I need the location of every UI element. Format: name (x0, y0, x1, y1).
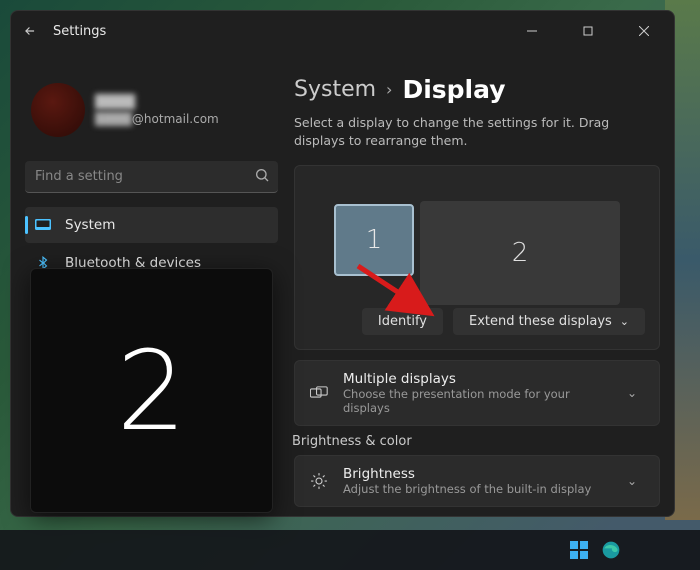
display-arrangement-panel: 1 2 Identify Extend these displays ⌄ (294, 165, 660, 350)
identify-overlay: 2 (30, 268, 273, 513)
extend-displays-dropdown[interactable]: Extend these displays ⌄ (453, 308, 645, 335)
sidebar-item-label: System (65, 217, 115, 233)
brightness-icon (309, 472, 329, 490)
search-icon (254, 167, 270, 187)
monitor-arrangement[interactable]: 1 2 (309, 180, 645, 300)
close-button[interactable] (622, 16, 666, 46)
search-box[interactable] (25, 161, 278, 193)
avatar (31, 83, 85, 137)
page-title: Display (402, 75, 505, 104)
app-title: Settings (53, 24, 106, 39)
card-subtitle: Adjust the brightness of the built-in di… (343, 482, 613, 496)
profile-block[interactable]: ████ ████@hotmail.com (25, 55, 278, 157)
start-button[interactable] (566, 537, 592, 563)
chevron-down-icon[interactable]: ⌄ (627, 474, 645, 488)
profile-name: ████ (95, 95, 219, 110)
chevron-down-icon[interactable]: ⌄ (627, 386, 645, 400)
card-subtitle: Choose the presentation mode for your di… (343, 387, 613, 415)
identify-button[interactable]: Identify (362, 308, 443, 335)
minimize-button[interactable] (510, 16, 554, 46)
edge-icon[interactable] (598, 537, 624, 563)
system-icon (35, 217, 51, 233)
window-titlebar: Settings (11, 11, 674, 51)
breadcrumb: System › Display (294, 75, 660, 104)
multiple-displays-icon (309, 386, 329, 400)
back-button[interactable] (19, 20, 41, 42)
sidebar-item-system[interactable]: System (25, 207, 278, 243)
brightness-card[interactable]: Brightness Adjust the brightness of the … (294, 455, 660, 507)
search-input[interactable] (25, 161, 278, 193)
multiple-displays-card[interactable]: Multiple displays Choose the presentatio… (294, 360, 660, 426)
maximize-button[interactable] (566, 16, 610, 46)
breadcrumb-parent[interactable]: System (294, 77, 376, 102)
main-content: System › Display Select a display to cha… (286, 51, 674, 516)
page-subtitle: Select a display to change the settings … (294, 114, 660, 149)
chevron-down-icon: ⌄ (620, 315, 629, 328)
monitor-2[interactable]: 2 (420, 201, 620, 305)
monitor-1[interactable]: 1 (334, 204, 414, 276)
card-title: Multiple displays (343, 371, 613, 387)
profile-email: ████@hotmail.com (95, 112, 219, 126)
section-heading-brightness: Brightness & color (292, 434, 660, 449)
card-title: Brightness (343, 466, 613, 482)
chevron-right-icon: › (386, 80, 392, 99)
taskbar[interactable] (0, 530, 700, 570)
